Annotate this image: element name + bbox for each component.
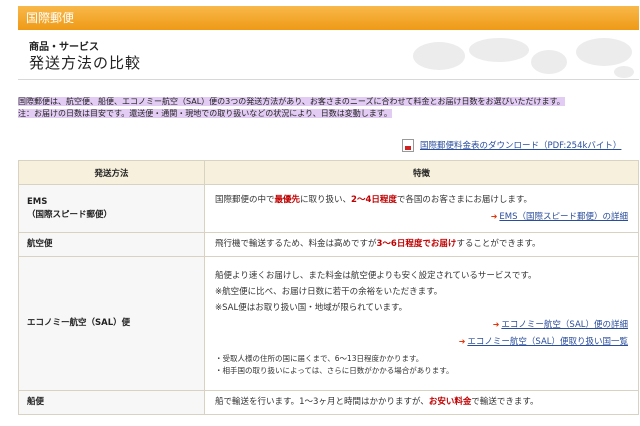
feature-text-ems: 国際郵便の中で最優先に取り扱い、2〜4日程度で各国のお客さまにお届けします。 — [215, 194, 533, 205]
sal-small-note-2: ・相手国の取り扱いによっては、さらに日数がかかる場合があります。 — [215, 366, 454, 375]
table-row-sal: エコノミー航空（SAL）便 船便より速くお届けし、また料金は航空便よりも安く設定… — [18, 256, 639, 391]
ems-detail-link[interactable]: EMS（国際スピード郵便）の詳細 — [499, 212, 628, 222]
method-sublabel-ems: （国際スピード郵便） — [27, 209, 113, 220]
column-header-feature: 特徴 — [204, 160, 639, 185]
arrow-icon: ➜ — [492, 320, 500, 329]
method-cell-air: 航空便 — [18, 232, 205, 257]
pdf-download[interactable]: 国際郵便料金表のダウンロード（PDF:254kバイト） — [402, 138, 638, 152]
sal-note-2: ※SAL便はお取り扱い国・地域が限られています。 — [215, 303, 408, 313]
column-header-method: 発送方法 — [18, 160, 205, 185]
table-header-row: 発送方法 特徴 — [18, 160, 639, 185]
pdf-icon — [402, 138, 414, 152]
sal-small-note-1: ・受取人様の住所の国に届くまで、6〜13日程度かかります。 — [215, 354, 424, 363]
feature-text-sal: 船便より速くお届けし、また料金は航空便よりも安く設定されているサービスです。 — [215, 271, 537, 281]
section-header-bar: 国際郵便 — [18, 6, 639, 30]
page-title: 発送方法の比較 — [29, 54, 142, 72]
arrow-icon: ➜ — [458, 337, 466, 346]
method-cell-ems: EMS （国際スピード郵便） — [18, 184, 205, 233]
pdf-download-link[interactable]: 国際郵便料金表のダウンロード（PDF:254kバイト） — [420, 139, 621, 151]
table-row-air: 航空便 飛行機で輸送するため、料金は高めですが3〜6日程度でお届けすることができ… — [18, 232, 639, 257]
arrow-icon: ➜ — [490, 211, 498, 221]
feature-cell-sal: 船便より速くお届けし、また料金は航空便よりも安く設定されているサービスです。 ※… — [204, 256, 639, 391]
method-cell-ship: 船便 — [18, 390, 205, 415]
section-header-title: 国際郵便 — [26, 11, 75, 25]
intro-line-1: 国際郵便は、航空便、船便、エコノミー航空（SAL）便の3つの発送方法があり、お客… — [18, 97, 565, 106]
table-row-ship: 船便 船で輸送を行います。1〜3ヶ月と時間はかかりますが、お安い料金で輸送できま… — [18, 390, 639, 415]
world-map-decoration — [413, 38, 634, 78]
table-row-ems: EMS （国際スピード郵便） 国際郵便の中で最優先に取り扱い、2〜4日程度で各国… — [18, 184, 639, 233]
page-subtitle: 商品・サービス — [29, 42, 99, 53]
shipping-comparison-table: 発送方法 特徴 EMS （国際スピード郵便） 国際郵便の中で最優先に取り扱い、2… — [18, 160, 639, 415]
feature-cell-air: 飛行機で輸送するため、料金は高めですが3〜6日程度でお届けすることができます。 — [204, 232, 639, 257]
intro-text: 国際郵便は、航空便、船便、エコノミー航空（SAL）便の3つの発送方法があり、お客… — [18, 96, 639, 120]
feature-cell-ems: 国際郵便の中で最優先に取り扱い、2〜4日程度で各国のお客さまにお届けします。 ➜… — [204, 184, 639, 233]
sal-country-list-link[interactable]: エコノミー航空（SAL）便取り扱い国一覧 — [467, 337, 628, 347]
page-title-box: 商品・サービス 発送方法の比較 — [18, 32, 639, 80]
method-label-ems: EMS — [27, 196, 48, 207]
sal-note-1: ※航空便に比べ、お届け日数に若干の余裕をいただきます。 — [215, 287, 443, 297]
sal-detail-link[interactable]: エコノミー航空（SAL）便の詳細 — [501, 320, 628, 330]
intro-note: 注：お届けの日数は目安です。還送便・通関・現地での取り扱いなどの状況により、日数… — [18, 109, 392, 118]
feature-cell-ship: 船で輸送を行います。1〜3ヶ月と時間はかかりますが、お安い料金で輸送できます。 — [204, 390, 639, 415]
method-cell-sal: エコノミー航空（SAL）便 — [18, 256, 205, 391]
